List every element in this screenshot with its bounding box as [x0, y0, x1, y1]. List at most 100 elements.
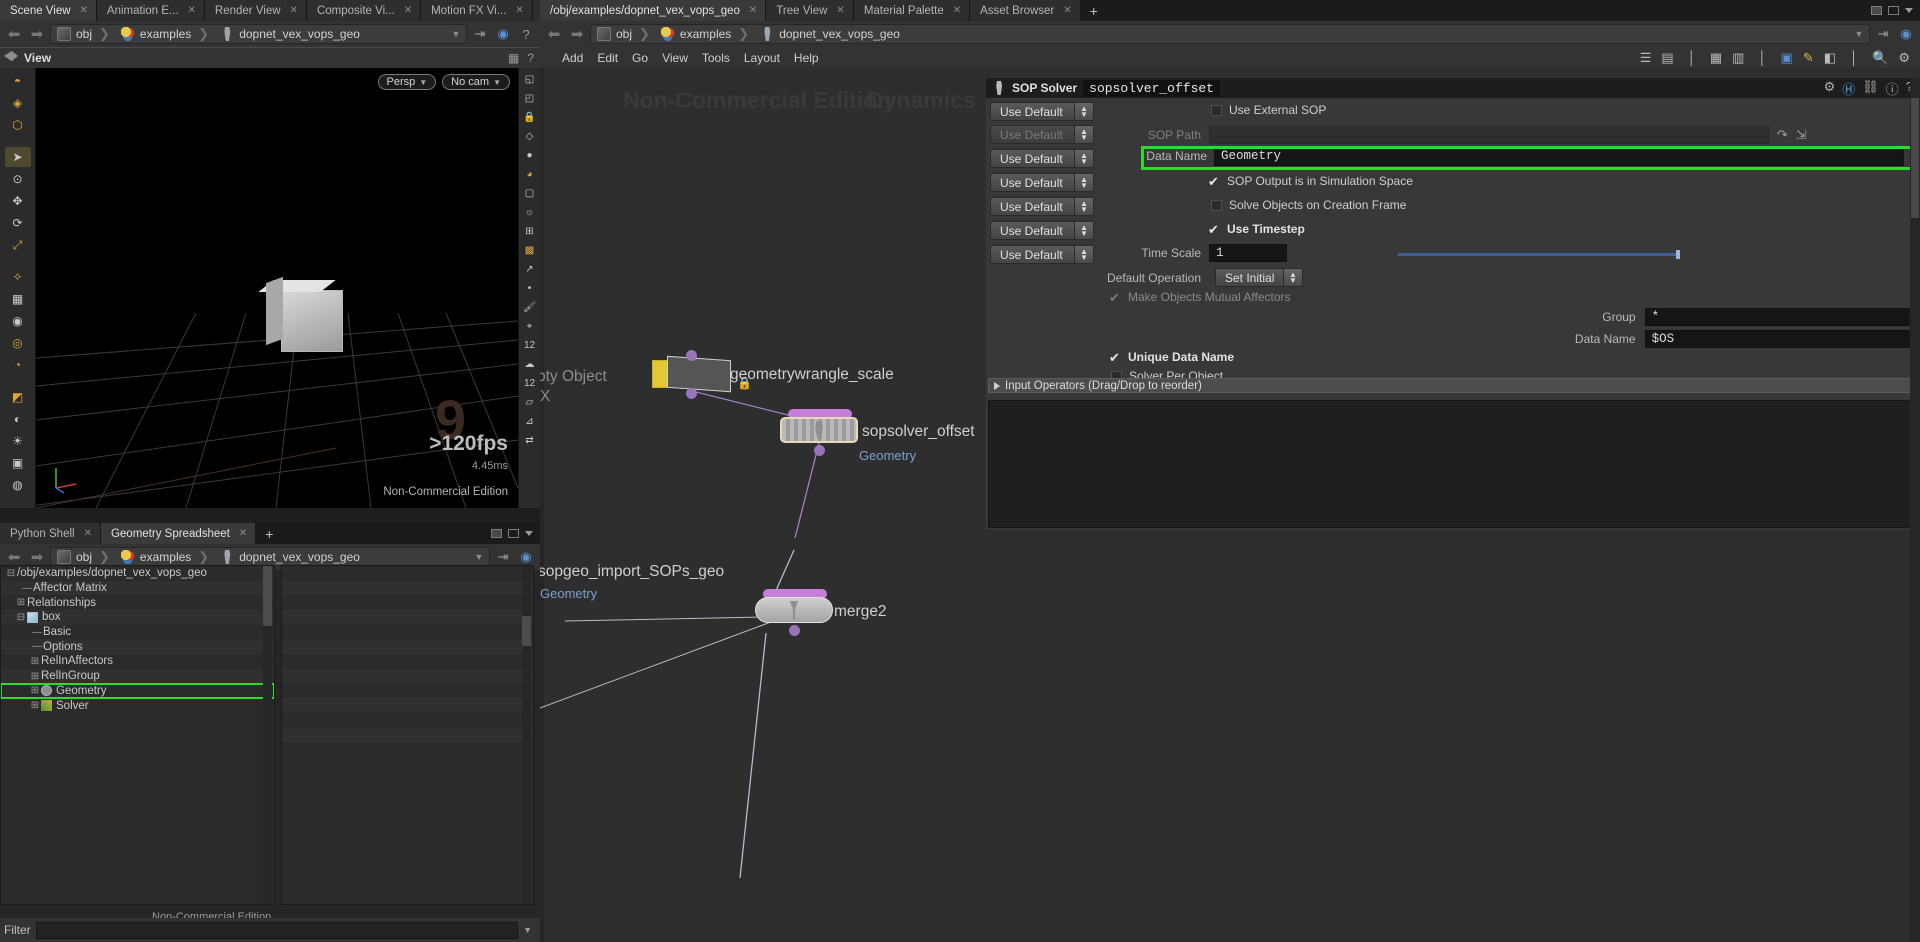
ghost-icon[interactable]: ◕ — [521, 166, 539, 183]
tree-item-box[interactable]: ⊟ box — [1, 610, 274, 625]
menu-view[interactable]: View — [662, 51, 688, 65]
dop-data-tree[interactable]: ⊟ /obj/examples/dopnet_vex_vops_geo — Af… — [0, 565, 275, 905]
detail-view-icon[interactable]: ▤ — [1661, 50, 1673, 66]
tab-python-shell[interactable]: Python Shell ✕ — [0, 523, 101, 544]
maximize-pane-icon[interactable] — [1871, 6, 1882, 15]
view-ortho-icon[interactable]: ◰ — [521, 90, 539, 107]
menu-layout[interactable]: Layout — [744, 51, 780, 65]
use-default-menu-7[interactable]: Use Default ▲▼ — [990, 245, 1094, 264]
breadcrumb-dopnet[interactable]: dopnet_vex_vops_geo — [216, 548, 367, 566]
viewport-help-icon[interactable]: ? — [527, 51, 534, 65]
filter-dropdown-icon[interactable]: ▼ — [523, 925, 536, 935]
spreadsheet-data-grid[interactable] — [281, 565, 534, 905]
tab-dopnet-network[interactable]: /obj/examples/dopnet_vex_vops_geo ✕ — [540, 0, 766, 21]
tree-item-relinaffectors[interactable]: ⊞ RelInAffectors — [1, 654, 274, 669]
expand-minus-icon[interactable]: ⊟ — [15, 612, 27, 623]
tab-animation-editor[interactable]: Animation E... ✕ — [97, 0, 205, 21]
param-use-timestep[interactable]: ✔ Use Timestep — [1208, 222, 1305, 236]
close-icon[interactable]: ✕ — [185, 5, 196, 16]
node-body[interactable] — [667, 356, 731, 392]
sop-path-input[interactable] — [1209, 126, 1769, 144]
gear-icon[interactable]: ⚙ — [1824, 79, 1836, 98]
forward-icon[interactable]: ➡ — [27, 24, 47, 44]
spinner-icon[interactable]: ▲▼ — [1074, 126, 1093, 143]
back-icon[interactable]: ⬅ — [4, 547, 24, 567]
link-icon[interactable]: ⛓ — [1862, 79, 1879, 98]
filter-input[interactable] — [36, 922, 518, 939]
close-icon[interactable]: ✕ — [1060, 5, 1071, 16]
tab-geometry-spreadsheet[interactable]: Geometry Spreadsheet ✕ — [101, 523, 256, 544]
grid-snap-icon[interactable]: ▦ — [5, 289, 31, 309]
camera-icon[interactable]: ▣ — [5, 453, 31, 473]
menu-help[interactable]: Help — [794, 51, 819, 65]
expand-plus-icon[interactable]: ⊞ — [29, 671, 41, 682]
houdini-h-icon[interactable]: Ⓗ — [1842, 79, 1855, 98]
breadcrumb-dopnet[interactable]: dopnet_vex_vops_geo — [216, 25, 367, 43]
pin-icon[interactable]: ⇥ — [470, 24, 490, 44]
spinner-icon[interactable]: ▲▼ — [1074, 150, 1093, 167]
maximize-pane-icon[interactable] — [491, 529, 502, 538]
measure-icon[interactable]: ▱ — [521, 394, 539, 411]
viewport-camera-dropdown[interactable]: No cam ▼ — [442, 74, 510, 90]
expand-minus-icon[interactable]: ⊟ — [5, 568, 17, 579]
pin-tool-icon[interactable]: ⌖ — [521, 318, 539, 335]
input-operators-dropzone[interactable] — [988, 400, 1918, 528]
notes-icon[interactable]: ✎ — [1803, 50, 1814, 66]
pin-icon[interactable]: ⇥ — [1873, 24, 1893, 44]
menu-edit[interactable]: Edit — [597, 51, 618, 65]
tab-render-view[interactable]: Render View ✕ — [205, 0, 307, 21]
brush-icon[interactable]: 🖌 — [521, 299, 539, 316]
param-use-external-sop[interactable]: Use External SOP — [1211, 103, 1326, 117]
node-output-connector[interactable] — [686, 388, 697, 399]
tree-item-solver[interactable]: ⊞ Solver — [1, 698, 274, 713]
network-breadcrumb[interactable]: obj ❯ examples ❯ dopnet_vex_vops_geo ▼ — [590, 24, 1870, 44]
use-default-menu-4[interactable]: Use Default ▲▼ — [990, 173, 1094, 192]
snap-icon[interactable]: ✧ — [5, 267, 31, 287]
time-scale-slider-knob[interactable] — [1676, 250, 1680, 259]
spinner-icon[interactable]: ▲▼ — [1074, 198, 1093, 215]
spreadsheet-breadcrumb[interactable]: obj ❯ examples ❯ dopnet_vex_vops_geo ▼ — [50, 547, 490, 567]
tab-asset-browser[interactable]: Asset Browser ✕ — [970, 0, 1081, 21]
info-icon[interactable]: ⓘ — [1886, 79, 1899, 98]
use-default-menu-5[interactable]: Use Default ▲▼ — [990, 197, 1094, 216]
node-output-connector[interactable] — [789, 625, 800, 636]
param-solve-objects-creation-frame[interactable]: Solve Objects on Creation Frame — [1211, 198, 1406, 212]
tree-item-relingroup[interactable]: ⊞ RelInGroup — [1, 669, 274, 684]
back-icon[interactable]: ⬅ — [544, 24, 564, 44]
viewport-3d[interactable]: 9 >120fps 4.45ms Non-Commercial Edition … — [36, 68, 518, 508]
list-view-icon[interactable]: ☰ — [1640, 50, 1652, 66]
point-icon[interactable]: • — [521, 280, 539, 297]
sop-output-sim-space-checkbox[interactable]: ✔ — [1208, 175, 1220, 188]
wire-icon[interactable]: ◇ — [521, 128, 539, 145]
viewport-layout-icon[interactable]: ▦ — [508, 51, 519, 65]
add-tab-button[interactable]: + — [1081, 0, 1107, 21]
use-default-menu-6[interactable]: Use Default ▲▼ — [990, 221, 1094, 240]
expand-plus-icon[interactable]: ⊞ — [29, 700, 41, 711]
uv-icon[interactable]: ⊞ — [521, 223, 539, 240]
breadcrumb-obj[interactable]: obj ❯ — [593, 25, 657, 43]
breadcrumb-dropdown-icon[interactable]: ▼ — [1851, 29, 1867, 39]
light-icon[interactable]: ☀ — [5, 431, 31, 451]
back-icon[interactable]: ⬅ — [4, 24, 24, 44]
node-geometrywrangle-scale[interactable]: 🔒 — [652, 358, 730, 390]
unique-data-name-checkbox[interactable]: ✔ — [1109, 351, 1121, 364]
network-canvas[interactable]: Non-Commercial Edition Dynamics 🔒 geomet… — [540, 68, 1920, 942]
solve-objects-creation-frame-checkbox[interactable] — [1211, 200, 1222, 211]
columns-icon[interactable]: ▥ — [1732, 50, 1744, 66]
soft-12-icon[interactable]: 12 — [521, 375, 539, 392]
close-icon[interactable]: ✕ — [77, 5, 88, 16]
material-icon[interactable]: ◐ — [5, 409, 31, 429]
tweak-icon[interactable]: ◈ — [5, 93, 31, 113]
parameter-node-name[interactable]: sopsolver_offset — [1083, 80, 1220, 97]
viewport-camera-mode-dropdown[interactable]: Persp ▼ — [378, 74, 437, 90]
use-default-menu-2[interactable]: Use Default ▲▼ — [990, 125, 1094, 144]
tree-scrollbar[interactable] — [263, 566, 272, 904]
node-sopsolver-offset[interactable] — [780, 413, 858, 449]
time-scale-input[interactable]: 1 — [1209, 244, 1287, 262]
paint-icon[interactable]: ◓ — [5, 71, 31, 91]
texture-icon[interactable]: ▩ — [521, 242, 539, 259]
tree-item-geometry[interactable]: ⊞ Geometry — [1, 684, 274, 699]
search-icon[interactable]: 🔍 — [1872, 50, 1888, 66]
tree-item-basic[interactable]: — Basic — [1, 625, 274, 640]
light-view-icon[interactable]: ☼ — [521, 204, 539, 221]
